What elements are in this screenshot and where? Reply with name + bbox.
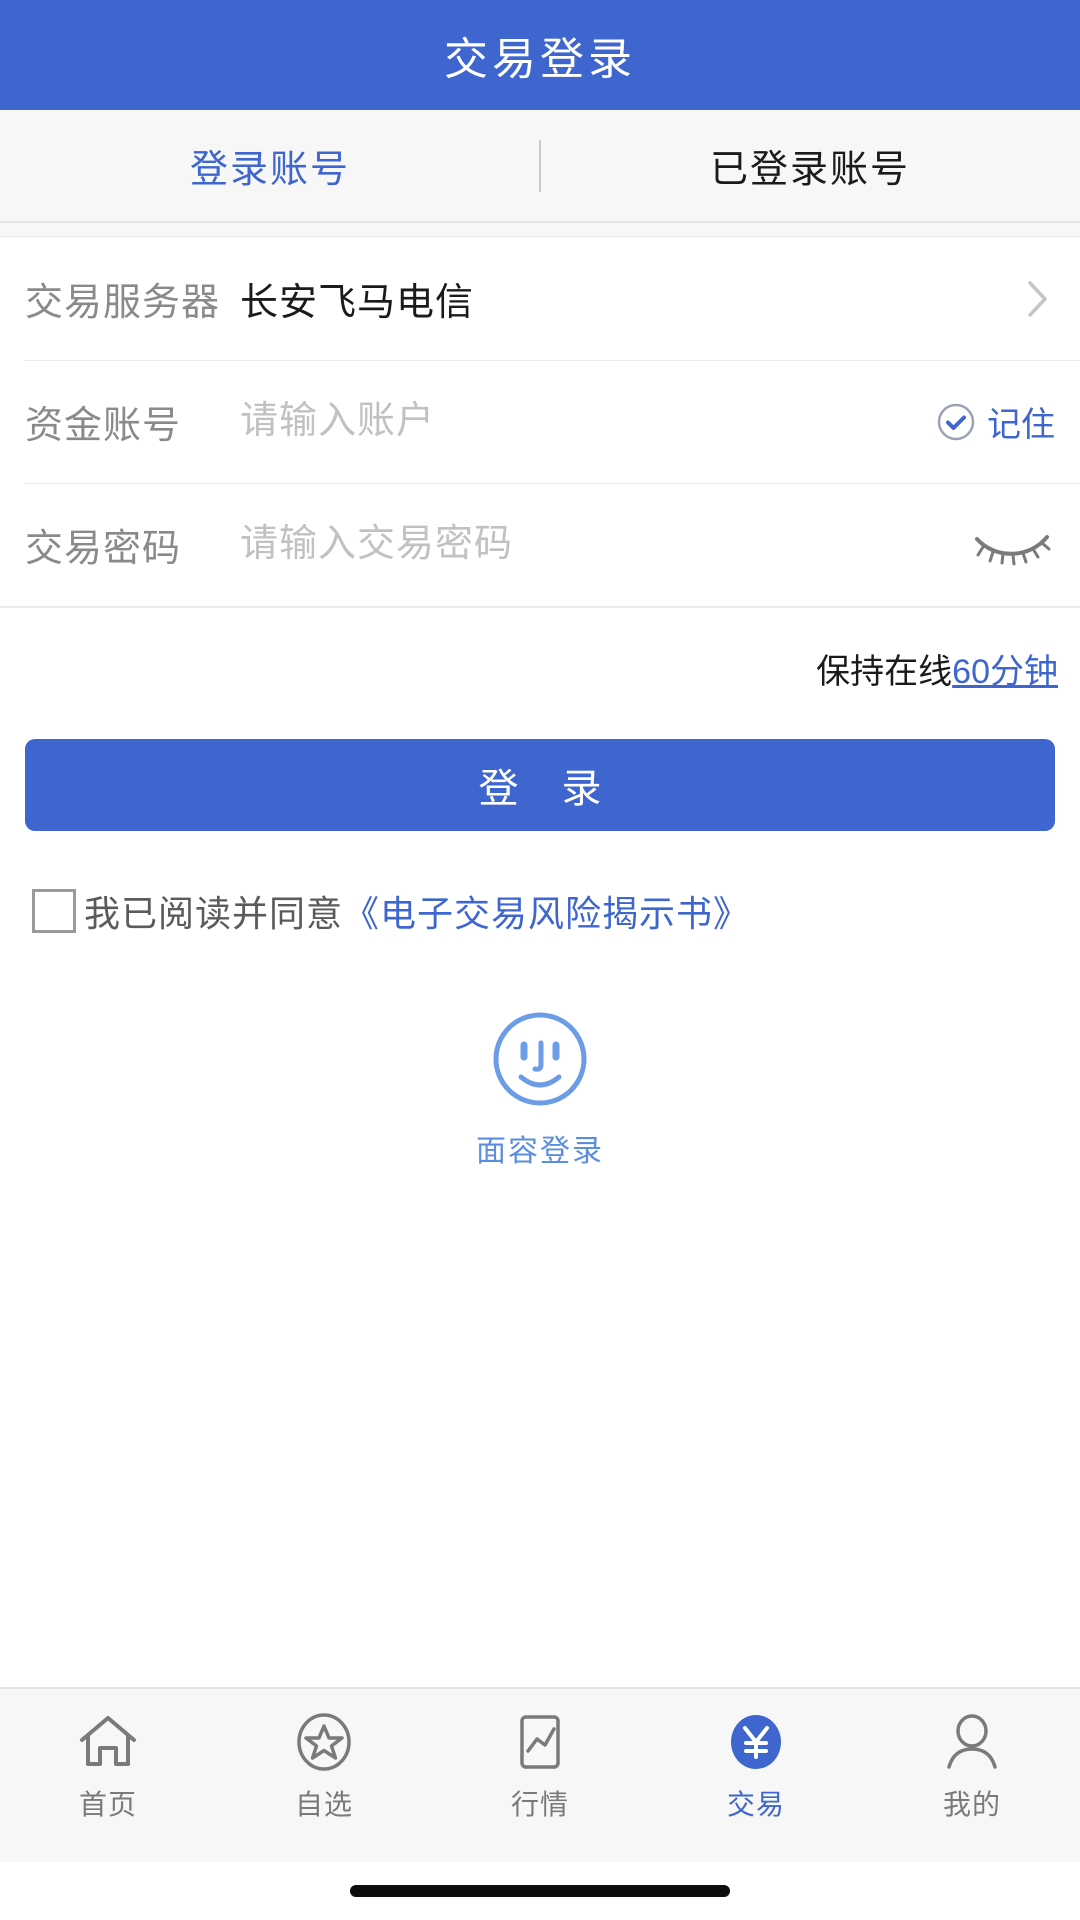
page-title: 交易登录 [444, 35, 636, 84]
chevron-right-icon [1027, 279, 1049, 319]
login-button[interactable]: 登 录 [25, 739, 1055, 831]
login-form: 交易服务器 长安飞马电信 资金账号 记住 [0, 237, 1080, 608]
tab-trade[interactable]: 交易 [648, 1709, 864, 1823]
tab-logged-in-account[interactable]: 已登录账号 [540, 138, 1080, 193]
smiling-face-icon [486, 1005, 594, 1118]
agreement-row[interactable]: 我已阅读并同意 《电子交易风险揭示书》 [0, 831, 1080, 937]
agreement-link[interactable]: 《电子交易风险揭示书》 [343, 885, 750, 937]
chart-icon [507, 1709, 573, 1775]
fund-account-row: 资金账号 记住 [0, 360, 1080, 483]
fund-account-input[interactable] [240, 400, 935, 443]
eye-closed-icon[interactable] [969, 521, 1055, 569]
yuan-circle-icon [723, 1709, 789, 1775]
circle-check-icon [935, 401, 977, 443]
home-icon [75, 1709, 141, 1775]
person-icon [939, 1709, 1005, 1775]
content-spacer [0, 1170, 1080, 1687]
face-login-label: 面容登录 [476, 1135, 604, 1168]
keep-online-label: 保持在线 [816, 653, 953, 691]
remember-account-checkbox[interactable]: 记住 [935, 397, 1055, 446]
home-indicator[interactable] [350, 1885, 730, 1897]
tab-watchlist-label: 自选 [294, 1789, 353, 1820]
remember-account-label: 记住 [987, 406, 1055, 444]
login-screen: 交易登录 登录账号 已登录账号 交易服务器 长安飞马电信 资金账号 请输入账户 … [0, 0, 1080, 1920]
face-login-button[interactable]: 面容登录 [0, 1005, 1080, 1170]
agreement-checkbox[interactable] [32, 889, 76, 933]
agreement-text: 我已阅读并同意 [84, 893, 344, 934]
bottom-tab-bar: 首页 自选 行情 交易 我的 [0, 1687, 1080, 1862]
tab-mine[interactable]: 我的 [864, 1709, 1080, 1823]
home-indicator-area [0, 1862, 1080, 1920]
login-button-wrap: 登 录 [0, 693, 1080, 831]
fund-account-label: 资金账号 [25, 405, 182, 447]
keep-online-row: 保持在线60分钟 [0, 608, 1080, 693]
tab-home-label: 首页 [78, 1789, 137, 1820]
trade-server-row[interactable]: 交易服务器 长安飞马电信 [0, 237, 1080, 360]
keep-online-duration[interactable]: 60分钟 [952, 653, 1058, 691]
trade-password-row: 交易密码 [0, 483, 1080, 606]
tab-quotes[interactable]: 行情 [432, 1709, 648, 1823]
trade-server-label: 交易服务器 [25, 282, 221, 324]
tab-login-account[interactable]: 登录账号 [0, 138, 540, 193]
tab-home[interactable]: 首页 [0, 1709, 216, 1823]
tab-trade-label: 交易 [726, 1789, 785, 1820]
star-circle-icon [291, 1709, 357, 1775]
trade-password-label: 交易密码 [25, 528, 182, 570]
trade-server-value: 长安飞马电信 [240, 282, 475, 324]
app-header: 交易登录 [0, 0, 1080, 110]
section-gap [0, 223, 1080, 237]
account-mode-tabs: 登录账号 已登录账号 [0, 110, 1080, 223]
tab-mine-label: 我的 [942, 1789, 1001, 1820]
tab-watchlist[interactable]: 自选 [216, 1709, 432, 1823]
trade-password-input[interactable] [240, 523, 969, 566]
tab-quotes-label: 行情 [510, 1789, 569, 1820]
tab-divider [539, 139, 541, 192]
